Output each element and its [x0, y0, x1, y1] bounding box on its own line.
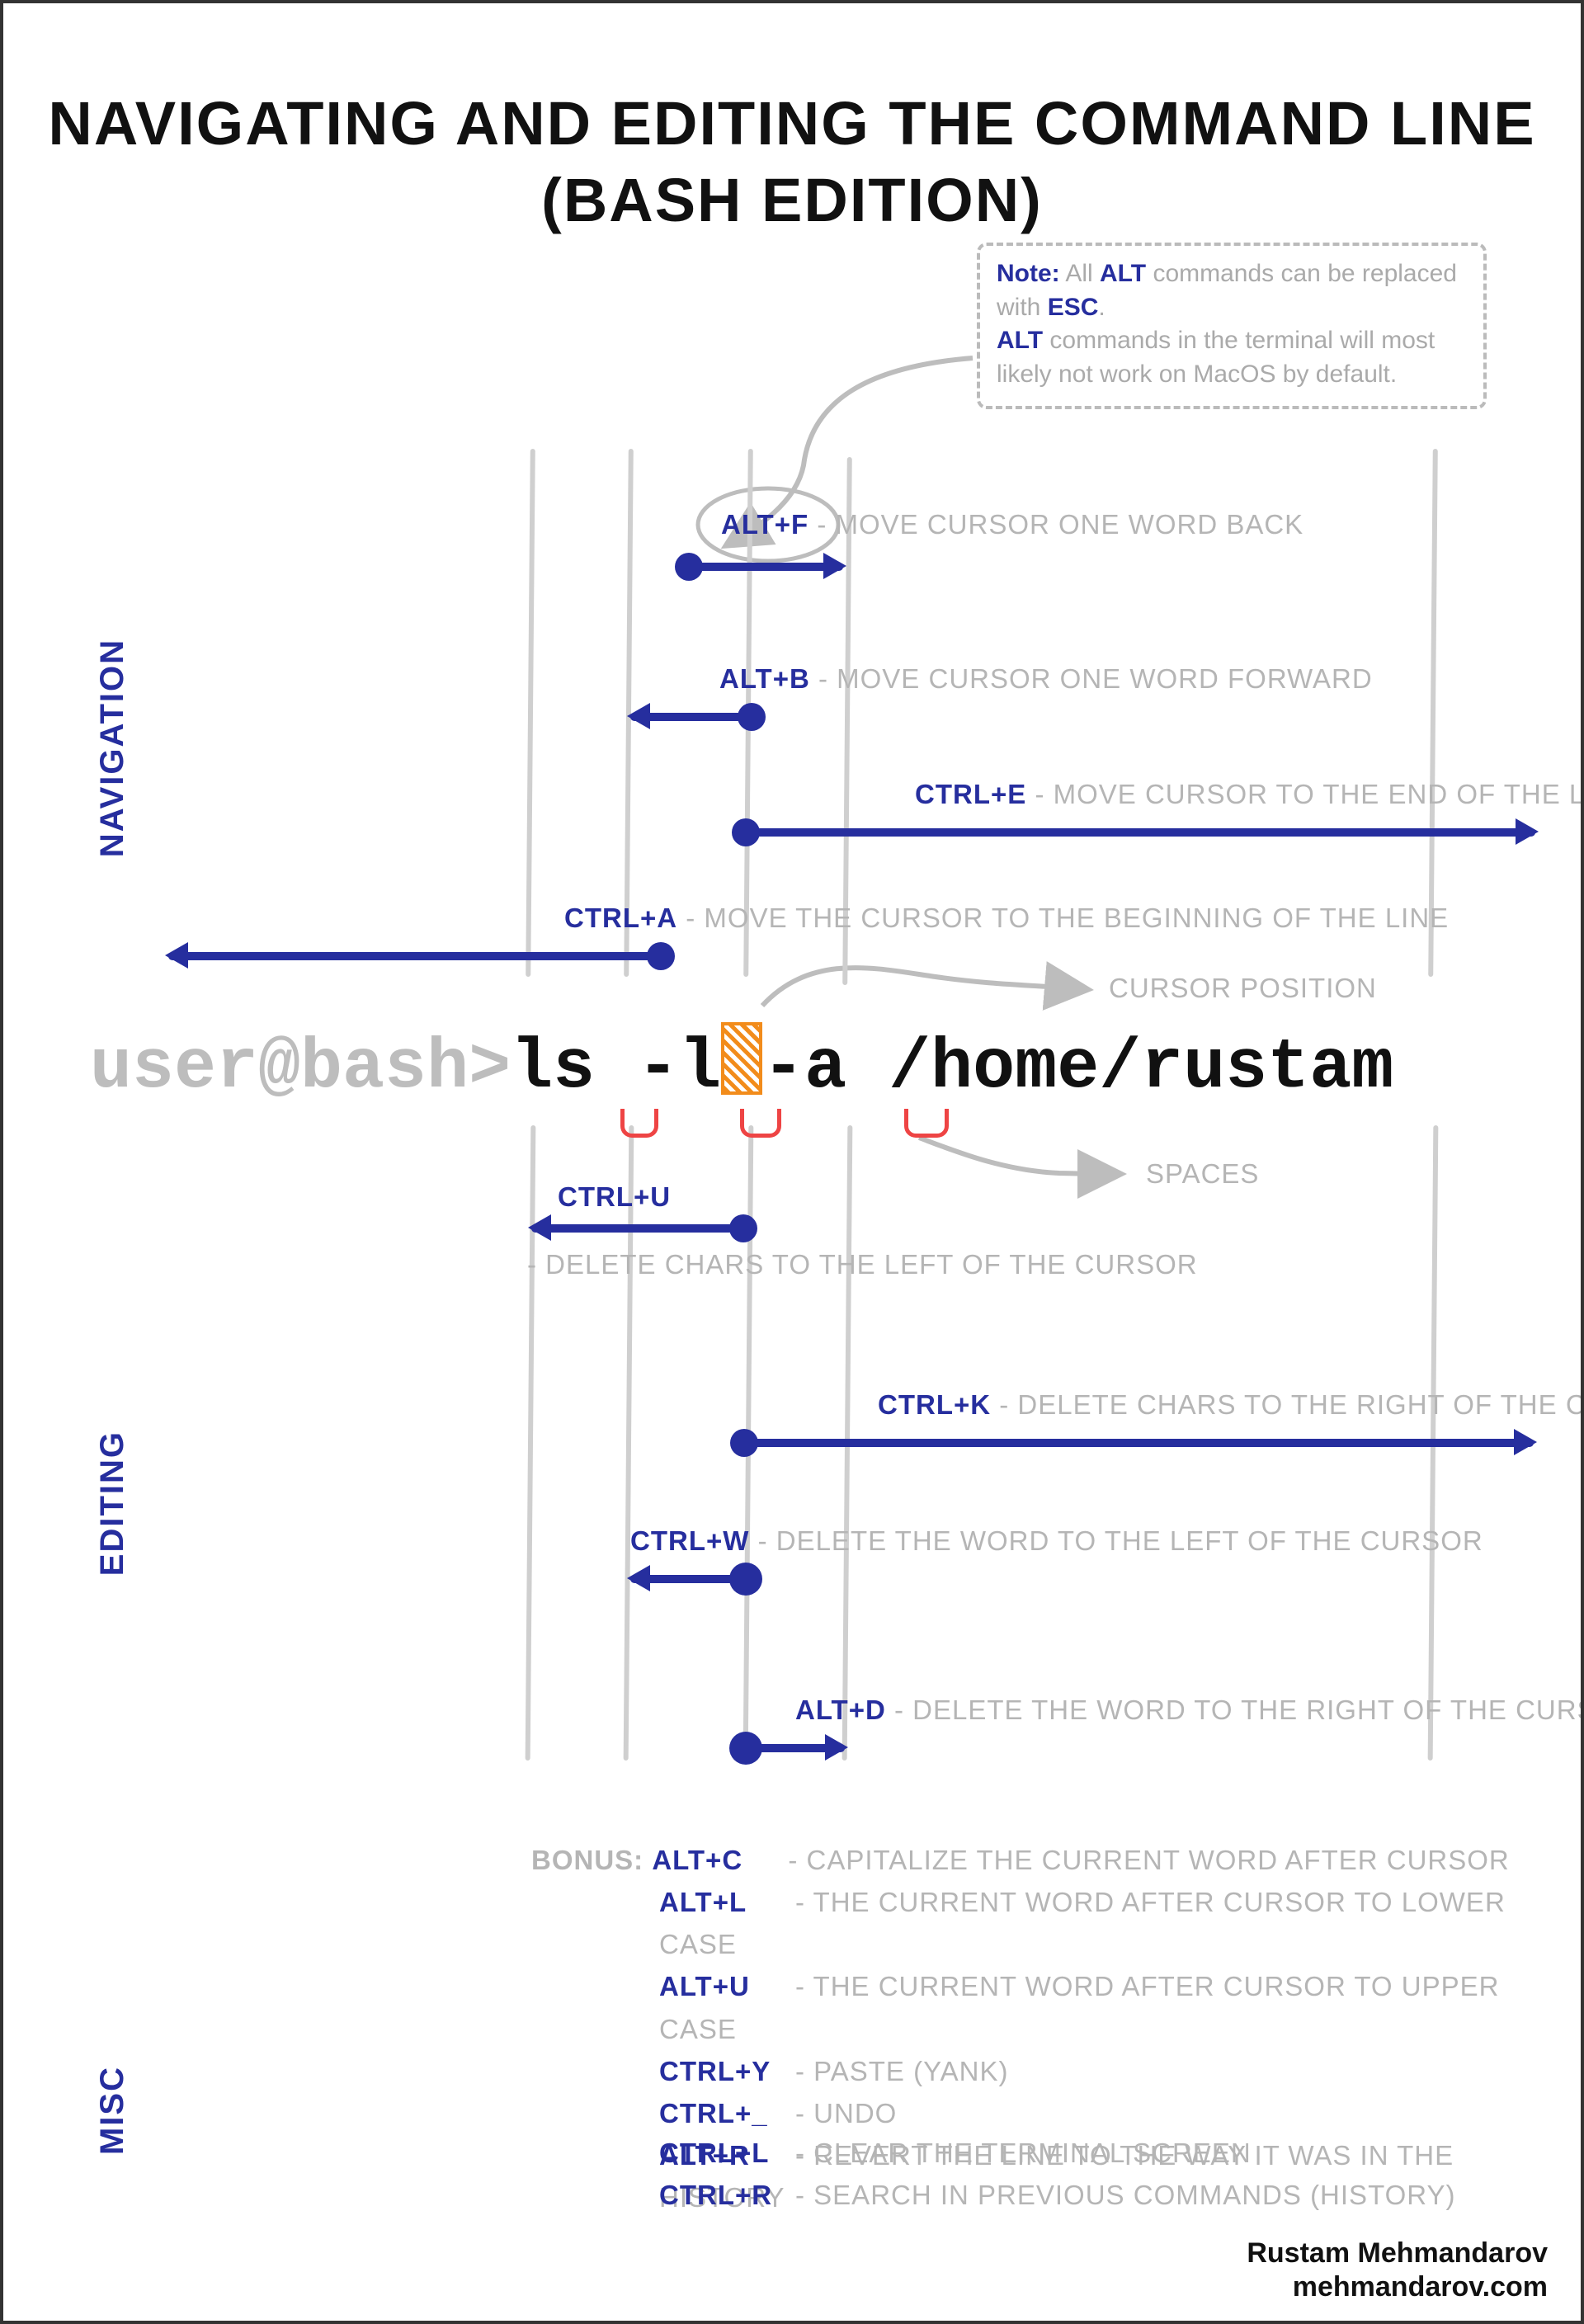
category-misc: MISC — [94, 2066, 131, 2155]
misc-desc: - SEARCH IN PREVIOUS COMMANDS (HISTORY) — [795, 2180, 1456, 2210]
arrow-ctrl-u — [531, 1224, 746, 1233]
arrow-ctrl-w — [630, 1575, 746, 1583]
shortcut-key: ALT+D — [795, 1695, 886, 1725]
bonus-key: ALT+C — [652, 1839, 788, 1881]
bonus-row: ALT+L- THE CURRENT WORD AFTER CURSOR TO … — [531, 1881, 1581, 1965]
shortcut-desc: - DELETE CHARS TO THE RIGHT OF THE CURSO… — [999, 1389, 1584, 1420]
arrow-alt-b — [630, 713, 754, 721]
guide-line — [624, 1125, 634, 1761]
command-line-example: user@bash>ls -l -a /home/rustam — [90, 1014, 1393, 1108]
note-text: All — [1060, 260, 1100, 287]
shortcut-key: CTRL+U — [558, 1181, 671, 1212]
bonus-row: BONUS: ALT+C- CAPITALIZE THE CURRENT WOR… — [531, 1839, 1581, 1881]
shortcut-ctrl-e: CTRL+E - MOVE CURSOR TO THE END OF THE L… — [915, 779, 1584, 810]
title-line2: (BASH EDITION) — [541, 166, 1043, 234]
note-box: Note: All ALT commands can be replaced w… — [977, 243, 1487, 409]
note-text: . — [1098, 294, 1105, 321]
credits: Rustam Mehmandarov mehmandarov.com — [1247, 2237, 1548, 2304]
credits-author: Rustam Mehmandarov — [1247, 2237, 1548, 2270]
shortcut-alt-f: ALT+F - MOVE CURSOR ONE WORD BACK — [721, 509, 1304, 540]
misc-desc: - CLEAR THE TERMINAL SCREEN — [795, 2138, 1252, 2168]
arrow-alt-d — [746, 1744, 845, 1752]
shortcut-key: ALT+B — [719, 663, 810, 694]
command-part1: ls -l — [511, 1028, 721, 1108]
note-label: Note: — [997, 260, 1060, 287]
shortcut-desc: - MOVE CURSOR ONE WORD FORWARD — [818, 663, 1373, 694]
arrow-ctrl-e — [743, 828, 1535, 837]
shortcut-ctrl-w: CTRL+W - DELETE THE WORD TO THE LEFT OF … — [630, 1525, 1483, 1557]
shortcut-ctrl-a: CTRL+A - MOVE THE CURSOR TO THE BEGINNIN… — [564, 903, 1449, 934]
shortcut-alt-d: ALT+D - DELETE THE WORD TO THE RIGHT OF … — [795, 1695, 1584, 1726]
category-navigation: NAVIGATION — [94, 639, 131, 857]
annotation-spaces: SPACES — [1146, 1158, 1259, 1190]
bonus-key: ALT+U — [659, 1965, 795, 2007]
bracket-space — [620, 1109, 658, 1138]
guide-line — [1428, 449, 1438, 977]
arrow-alt-f — [686, 563, 843, 571]
arrow-ctrl-a — [168, 952, 663, 960]
shortcut-key: CTRL+E — [915, 779, 1026, 809]
bonus-key: CTRL+Y — [659, 2050, 795, 2092]
misc-row: CTRL+L- CLEAR THE TERMINAL SCREEN — [659, 2132, 1456, 2174]
shortcut-ctrl-k: CTRL+K - DELETE CHARS TO THE RIGHT OF TH… — [878, 1389, 1584, 1421]
command-part2: -a /home/rustam — [762, 1028, 1393, 1108]
shortcut-key: CTRL+A — [564, 903, 677, 933]
misc-list: CTRL+L- CLEAR THE TERMINAL SCREEN CTRL+R… — [659, 2132, 1456, 2216]
shortcut-alt-b: ALT+B - MOVE CURSOR ONE WORD FORWARD — [719, 663, 1373, 695]
note-text2: commands in the terminal will most likel… — [997, 327, 1435, 388]
bonus-row: CTRL+Y- PASTE (YANK) — [531, 2050, 1581, 2092]
cursor-icon — [721, 1022, 762, 1095]
credits-site: mehmandarov.com — [1247, 2270, 1548, 2304]
shortcut-desc: - MOVE CURSOR ONE WORD BACK — [817, 509, 1304, 540]
shortcut-key: ALT+F — [721, 509, 808, 540]
bonus-key: ALT+L — [659, 1881, 795, 1923]
shortcut-desc: - MOVE CURSOR TO THE END OF THE LINE — [1035, 779, 1584, 809]
bonus-desc: - PASTE (YANK) — [795, 2056, 1008, 2086]
arrow-ctrl-k — [742, 1439, 1534, 1447]
bonus-desc: - UNDO — [795, 2098, 897, 2128]
diagram-page: NAVIGATING AND EDITING THE COMMAND LINE … — [0, 0, 1584, 2324]
shortcut-desc: - MOVE THE CURSOR TO THE BEGINNING OF TH… — [686, 903, 1449, 933]
bonus-row: CTRL+_- UNDO — [531, 2092, 1581, 2134]
misc-key: CTRL+R — [659, 2174, 795, 2216]
shortcut-desc: - DELETE CHARS TO THE LEFT OF THE CURSOR — [527, 1249, 1198, 1280]
category-editing: EDITING — [94, 1431, 131, 1576]
misc-row: CTRL+R- SEARCH IN PREVIOUS COMMANDS (HIS… — [659, 2174, 1456, 2216]
note-kw-alt: ALT — [1100, 260, 1146, 287]
shortcut-desc: - DELETE THE WORD TO THE LEFT OF THE CUR… — [758, 1525, 1483, 1556]
misc-key: CTRL+L — [659, 2132, 795, 2174]
prompt-text: user@bash> — [90, 1028, 511, 1108]
bonus-row: ALT+U- THE CURRENT WORD AFTER CURSOR TO … — [531, 1965, 1581, 2049]
title-line1: NAVIGATING AND EDITING THE COMMAND LINE — [48, 89, 1535, 158]
page-title: NAVIGATING AND EDITING THE COMMAND LINE … — [3, 86, 1581, 238]
annotation-cursor: CURSOR POSITION — [1109, 973, 1377, 1004]
shortcut-ctrl-u: CTRL+U — [558, 1181, 671, 1213]
guide-line — [526, 449, 535, 977]
bonus-label: BONUS: — [531, 1845, 652, 1875]
shortcut-key: CTRL+W — [630, 1525, 749, 1556]
bonus-desc: - CAPITALIZE THE CURRENT WORD AFTER CURS… — [788, 1845, 1509, 1875]
note-kw-alt2: ALT — [997, 327, 1043, 354]
shortcut-key: CTRL+K — [878, 1389, 991, 1420]
shortcut-desc: - DELETE THE WORD TO THE RIGHT OF THE CU… — [894, 1695, 1584, 1725]
shortcut-ctrl-u-desc: - DELETE CHARS TO THE LEFT OF THE CURSOR — [527, 1249, 1198, 1280]
note-kw-esc: ESC — [1048, 294, 1099, 321]
bracket-space — [740, 1109, 781, 1138]
bonus-key: CTRL+_ — [659, 2092, 795, 2134]
bracket-space — [904, 1109, 949, 1138]
